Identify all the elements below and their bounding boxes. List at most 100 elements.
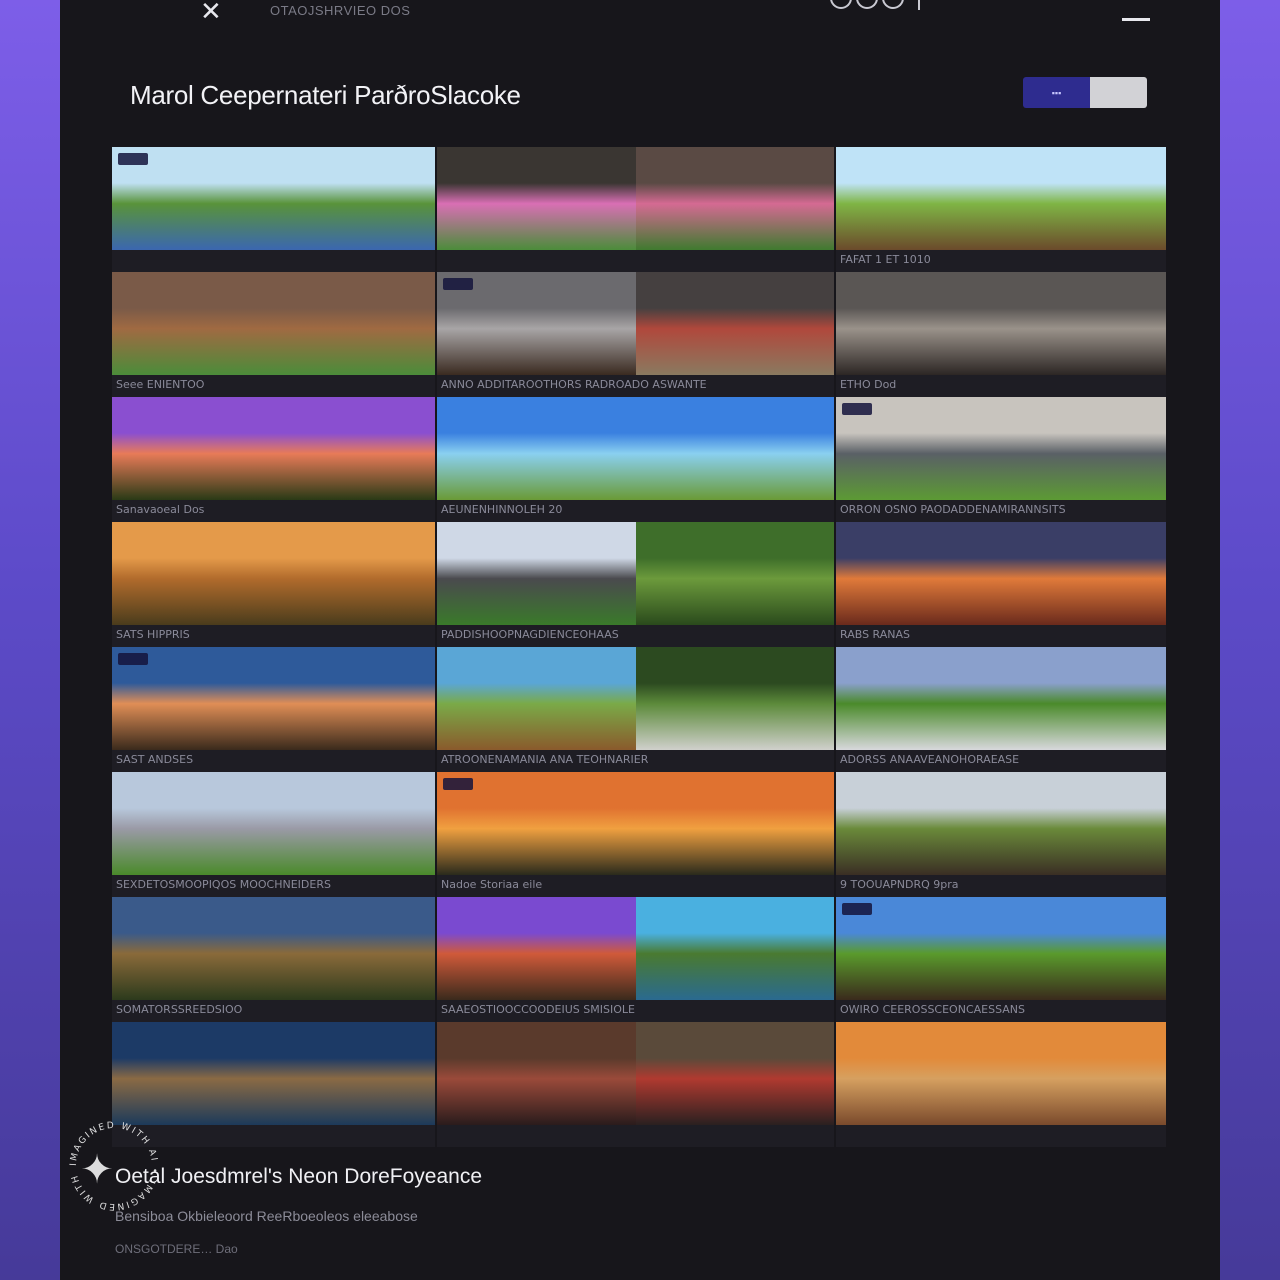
tile-caption: ATROONENAMANIA ANA TEOHNARIER <box>441 753 649 766</box>
image-grid: FAFAT 1 ET 1010 Seee ENIENTOO ANNO ADDITAR… <box>112 147 1166 1147</box>
thumbnail-right <box>635 147 834 250</box>
tile-thumbnail[interactable] <box>437 272 834 375</box>
tile-caption <box>441 253 830 269</box>
image-tile[interactable]: SEXDETOSMOOPIQOS MOOCHNEIDERS <box>112 772 435 897</box>
thumbnail-left <box>437 897 636 1000</box>
window-control-circle[interactable] <box>882 0 904 9</box>
tile-caption: ADORSS ANAAVEANOHORAEASE <box>840 753 1020 766</box>
image-tile[interactable]: ETHO Dod <box>836 272 1166 397</box>
tile-caption: SAST ANDSES <box>116 753 194 766</box>
tile-thumbnail[interactable] <box>112 272 435 375</box>
tile-caption: ETHO Dod <box>840 378 897 391</box>
tile-caption: FAFAT 1 ET 1010 <box>840 253 931 266</box>
tile-badge <box>443 278 473 290</box>
tile-badge <box>118 653 148 665</box>
tile-thumbnail[interactable] <box>112 772 435 875</box>
tile-badge <box>842 403 872 415</box>
tile-thumbnail[interactable] <box>112 522 435 625</box>
image-tile[interactable]: SAAEOSTIOOCCOODEIUS SMISIOLE <box>437 897 834 1022</box>
image-tile[interactable]: ORRON OSNO PAODADDENAMIRANNSITS <box>836 397 1166 522</box>
image-tile[interactable] <box>112 147 435 272</box>
footer-meta: ONSGOTDERE… Dao <box>115 1242 238 1256</box>
tile-caption: SEXDETOSMOOPIQOS MOOCHNEIDERS <box>116 878 331 891</box>
tile-thumbnail[interactable] <box>437 772 834 875</box>
image-tile[interactable] <box>437 1022 834 1147</box>
tile-thumbnail[interactable] <box>836 772 1166 875</box>
image-tile[interactable]: AEUNENHINNOLEH 20 <box>437 397 834 522</box>
image-tile[interactable]: SATS HIPPRIS <box>112 522 435 647</box>
window-control-circle[interactable] <box>856 0 878 9</box>
window-control-circle[interactable] <box>830 0 852 9</box>
tile-thumbnail[interactable] <box>437 1022 834 1125</box>
thumbnail-left <box>437 1022 636 1125</box>
tile-caption: AEUNENHINNOLEH 20 <box>441 503 563 516</box>
tile-thumbnail[interactable] <box>437 647 834 750</box>
image-tile[interactable]: ANNO ADDITAROOTHORS RADROADO ASWANTE <box>437 272 834 397</box>
tile-thumbnail[interactable] <box>836 647 1166 750</box>
image-tile[interactable] <box>836 1022 1166 1147</box>
thumbnail-left <box>437 147 636 250</box>
tile-thumbnail[interactable] <box>836 897 1166 1000</box>
tile-caption: PADDISHOOPNAGDIENCEOHAAS <box>441 628 619 641</box>
tile-caption: RABS RANAS <box>840 628 911 641</box>
tile-badge <box>842 903 872 915</box>
tile-caption: SOMATORSSREEDSIOO <box>116 1003 243 1016</box>
image-tile[interactable]: SAST ANDSES <box>112 647 435 772</box>
tile-thumbnail[interactable] <box>112 1022 435 1125</box>
tile-badge <box>118 153 148 165</box>
tile-thumbnail[interactable] <box>437 147 834 250</box>
sparkle-icon: ✦ <box>80 1148 114 1192</box>
tile-caption <box>116 253 431 269</box>
close-icon[interactable]: ✕ <box>200 0 222 27</box>
toggle-option-active[interactable]: ▪▪▪ <box>1023 77 1090 108</box>
tile-thumbnail[interactable] <box>112 397 435 500</box>
tile-caption: Nadoe Storiaa eile <box>441 878 543 891</box>
tile-thumbnail[interactable] <box>836 522 1166 625</box>
image-tile[interactable]: 9 TOOUAPNDRQ 9pra <box>836 772 1166 897</box>
tile-thumbnail[interactable] <box>112 647 435 750</box>
image-tile[interactable] <box>112 1022 435 1147</box>
image-tile[interactable]: FAFAT 1 ET 1010 <box>836 147 1166 272</box>
tile-thumbnail[interactable] <box>836 272 1166 375</box>
image-tile[interactable] <box>437 147 834 272</box>
image-tile[interactable]: Sanavaoeal Dos <box>112 397 435 522</box>
tile-thumbnail[interactable] <box>437 397 834 500</box>
tile-caption <box>840 1128 1162 1144</box>
tile-thumbnail[interactable] <box>437 897 834 1000</box>
view-toggle[interactable]: ▪▪▪ <box>1023 77 1147 108</box>
tile-caption: SATS HIPPRIS <box>116 628 190 641</box>
tile-thumbnail[interactable] <box>836 397 1166 500</box>
tile-thumbnail[interactable] <box>437 522 834 625</box>
thumbnail-right <box>635 647 834 750</box>
image-tile[interactable]: ATROONENAMANIA ANA TEOHNARIER <box>437 647 834 772</box>
tile-caption: 9 TOOUAPNDRQ 9pra <box>840 878 959 891</box>
image-tile[interactable]: PADDISHOOPNAGDIENCEOHAAS <box>437 522 834 647</box>
tile-thumbnail[interactable] <box>836 1022 1166 1125</box>
tile-caption: Seee ENIENTOO <box>116 378 205 391</box>
thumbnail-right <box>635 1022 834 1125</box>
tile-caption <box>441 1128 830 1144</box>
tile-caption: ANNO ADDITAROOTHORS RADROADO ASWANTE <box>441 378 707 391</box>
tile-thumbnail[interactable] <box>836 147 1166 250</box>
footer-subtitle: Bensiboa Okbieleoord ReeRboeoleos eleeab… <box>115 1208 418 1224</box>
divider <box>918 0 920 10</box>
minimize-icon[interactable] <box>1122 18 1150 21</box>
tile-caption: OWIRO CEEROSSCEONCAESSANS <box>840 1003 1026 1016</box>
toggle-option-inactive[interactable] <box>1090 77 1147 108</box>
image-tile[interactable]: ADORSS ANAAVEANOHORAEASE <box>836 647 1166 772</box>
tile-thumbnail[interactable] <box>112 897 435 1000</box>
image-tile[interactable]: OWIRO CEEROSSCEONCAESSANS <box>836 897 1166 1022</box>
image-tile[interactable]: Nadoe Storiaa eile <box>437 772 834 897</box>
breadcrumb: OTAOJSHRVIEO DOS <box>270 3 411 18</box>
tile-thumbnail[interactable] <box>112 147 435 250</box>
tile-badge <box>443 778 473 790</box>
thumbnail-right <box>635 897 834 1000</box>
tile-caption: ORRON OSNO PAODADDENAMIRANNSITS <box>840 503 1066 516</box>
image-tile[interactable]: SOMATORSSREEDSIOO <box>112 897 435 1022</box>
thumbnail-left <box>437 522 636 625</box>
tile-caption: Sanavaoeal Dos <box>116 503 205 516</box>
image-tile[interactable]: Seee ENIENTOO <box>112 272 435 397</box>
image-tile[interactable]: RABS RANAS <box>836 522 1166 647</box>
thumbnail-right <box>635 522 834 625</box>
thumbnail-left <box>437 647 636 750</box>
